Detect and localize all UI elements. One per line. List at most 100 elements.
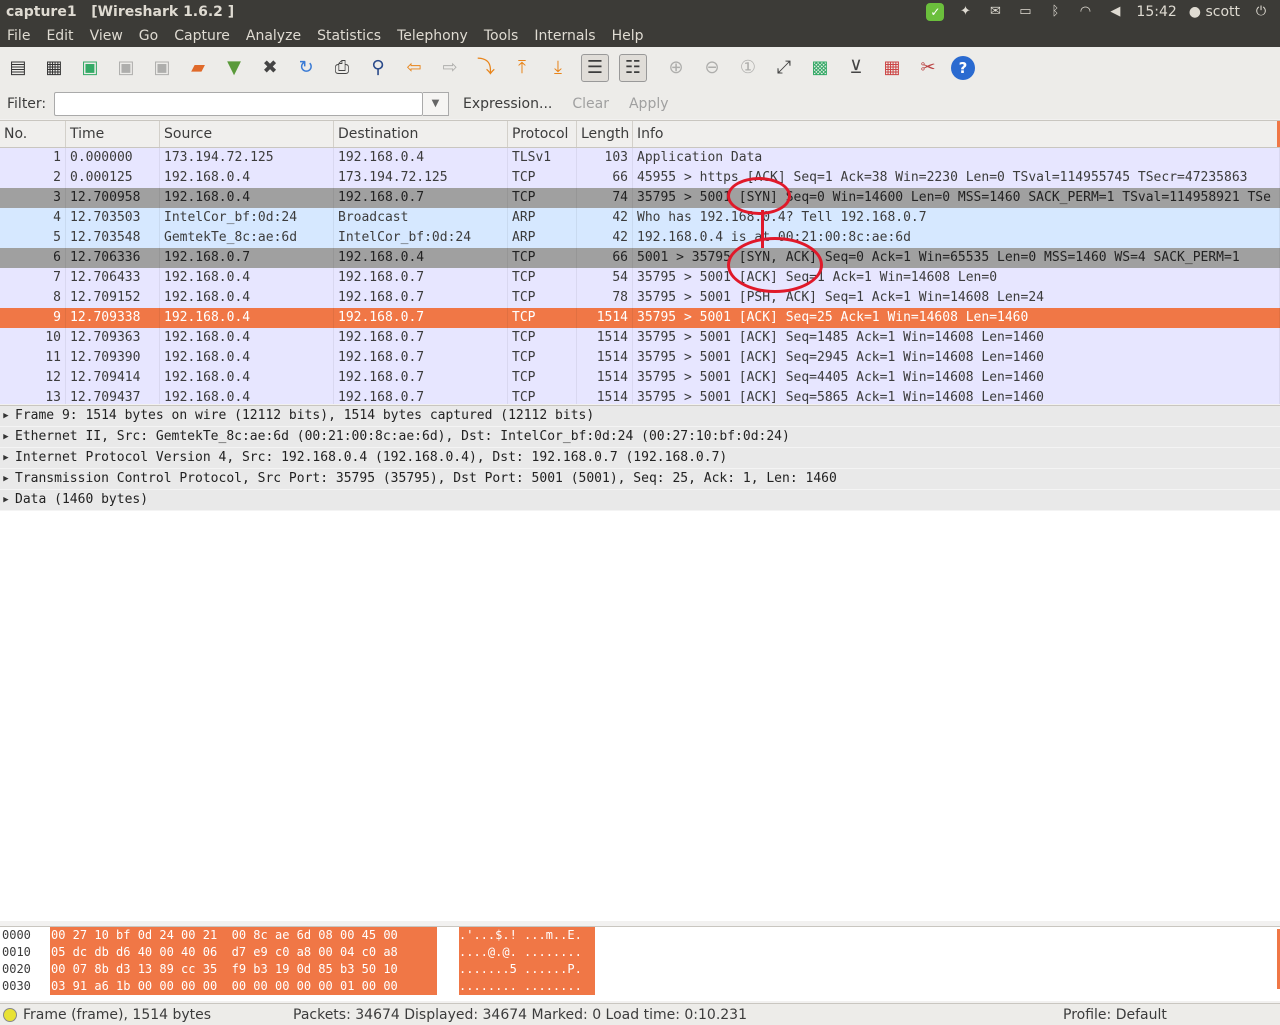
menu-analyze[interactable]: Analyze (238, 28, 309, 44)
chevron-down-icon[interactable]: ▼ (423, 92, 449, 116)
hex-row[interactable]: 0000 00 27 10 bf 0d 24 00 21 00 8c ae 6d … (0, 927, 1280, 944)
packet-row[interactable]: 4 12.703503 IntelCor_bf:0d:24 Broadcast ARP 4… (0, 208, 1280, 228)
expand-arrow-icon[interactable]: ▶ (0, 490, 12, 510)
menu-edit[interactable]: Edit (38, 28, 81, 44)
column-source[interactable]: Source (160, 121, 334, 147)
clear-button[interactable]: Clear (566, 96, 615, 112)
packet-row[interactable]: 9 12.709338 192.168.0.4 192.168.0.7 TCP 1514 3… (0, 308, 1280, 328)
coloring-rules-icon[interactable]: ▦ (879, 55, 905, 81)
packet-details[interactable]: ▶ Frame 9: 1514 bytes on wire (12112 bits… (0, 405, 1280, 921)
detail-row-frame[interactable]: ▶ Frame 9: 1514 bytes on wire (12112 bits… (0, 406, 1280, 427)
menu-view[interactable]: View (82, 28, 131, 44)
expand-arrow-icon[interactable]: ▶ (0, 427, 12, 447)
detail-row-ip[interactable]: ▶ Internet Protocol Version 4, Src: 192.1… (0, 448, 1280, 469)
packet-row[interactable]: 3 12.700958 192.168.0.4 192.168.0.7 TCP 74 357… (0, 188, 1280, 208)
expert-info-icon[interactable] (3, 1007, 17, 1022)
column-no[interactable]: No. (0, 121, 66, 147)
capture-filters-icon[interactable]: ▩ (807, 55, 833, 81)
go-to-packet-icon[interactable]: ⤵ (473, 55, 499, 81)
expand-arrow-icon[interactable]: ▶ (0, 448, 12, 468)
power-icon[interactable]: ⏻ (1252, 5, 1270, 19)
autoscroll-icon[interactable]: ☷ (619, 54, 647, 82)
menu-tools[interactable]: Tools (476, 28, 527, 44)
packet-cell-info: Application Data (633, 148, 1280, 168)
packet-cell-src: GemtekTe_8c:ae:6d (160, 228, 334, 248)
packet-row[interactable]: 10 12.709363 192.168.0.4 192.168.0.7 TCP 1514… (0, 328, 1280, 348)
column-time[interactable]: Time (66, 121, 160, 147)
menu-help[interactable]: Help (604, 28, 652, 44)
go-back-icon[interactable]: ⇦ (401, 55, 427, 81)
resize-columns-icon[interactable]: ⤢ (771, 55, 797, 81)
menu-go[interactable]: Go (131, 28, 166, 44)
go-forward-icon[interactable]: ⇨ (437, 55, 463, 81)
display-filters-icon[interactable]: ⊻ (843, 55, 869, 81)
first-packet-icon[interactable]: ⤒ (509, 55, 535, 81)
bluetooth-icon[interactable]: ᛒ (1046, 5, 1064, 19)
packet-row[interactable]: 2 0.000125 192.168.0.4 173.194.72.125 TCP 66 4… (0, 168, 1280, 188)
packet-cell-time: 0.000125 (66, 168, 160, 188)
last-packet-icon[interactable]: ⤓ (545, 55, 571, 81)
menu-telephony[interactable]: Telephony (389, 28, 476, 44)
apply-button[interactable]: Apply (623, 96, 675, 112)
detail-row-data[interactable]: ▶ Data (1460 bytes) (0, 490, 1280, 511)
packet-cell-info: 35795 > 5001 [ACK] Seq=1485 Ack=1 Win=14… (633, 328, 1280, 348)
column-destination[interactable]: Destination (334, 121, 508, 147)
save-file-icon[interactable]: ▼ (221, 55, 247, 81)
stop-capture-icon[interactable]: ▣ (113, 55, 139, 81)
preferences-icon[interactable]: ✂ (915, 55, 941, 81)
print-icon[interactable]: ⎙ (329, 55, 355, 81)
detail-row-tcp[interactable]: ▶ Transmission Control Protocol, Src Port… (0, 469, 1280, 490)
column-protocol[interactable]: Protocol (508, 121, 577, 147)
packet-cell-time: 12.706336 (66, 248, 160, 268)
column-length[interactable]: Length (577, 121, 633, 147)
restart-capture-icon[interactable]: ▣ (149, 55, 175, 81)
interfaces-icon[interactable]: ▤ (5, 55, 31, 81)
packet-row[interactable]: 13 12.709437 192.168.0.4 192.168.0.7 TCP 1514… (0, 388, 1280, 404)
wifi-icon[interactable]: ◠ (1076, 5, 1094, 19)
mail-icon[interactable]: ✉ (986, 5, 1004, 19)
packet-row[interactable]: 5 12.703548 GemtekTe_8c:ae:6d IntelCor_bf:0… (0, 228, 1280, 248)
packet-row[interactable]: 8 12.709152 192.168.0.4 192.168.0.7 TCP 78 357… (0, 288, 1280, 308)
start-capture-icon[interactable]: ▣ (77, 55, 103, 81)
hex-row[interactable]: 0010 05 dc db d6 40 00 40 06 d7 e9 c0 a8 … (0, 944, 1280, 961)
menu-statistics[interactable]: Statistics (309, 28, 389, 44)
volume-icon[interactable]: ◀ (1106, 5, 1124, 19)
find-packet-icon[interactable]: ⚲ (365, 55, 391, 81)
top-panel: capture1 [Wireshark 1.6.2 ] ✓ ✦ ✉ ▭ ᛒ ◠ … (0, 0, 1280, 24)
zoom-out-icon[interactable]: ⊖ (699, 55, 725, 81)
packet-row[interactable]: 7 12.706433 192.168.0.4 192.168.0.7 TCP 54 357… (0, 268, 1280, 288)
normal-size-icon[interactable]: ① (735, 55, 761, 81)
packet-cell-proto: TCP (508, 308, 577, 328)
detail-row-ethernet[interactable]: ▶ Ethernet II, Src: GemtekTe_8c:ae:6d (00… (0, 427, 1280, 448)
menu-file[interactable]: File (0, 28, 38, 44)
packet-row[interactable]: 1 0.000000 173.194.72.125 192.168.0.4 TLSv1 1… (0, 148, 1280, 168)
capture-options-icon[interactable]: ▦ (41, 55, 67, 81)
menu-internals[interactable]: Internals (526, 28, 603, 44)
status-profile[interactable]: Profile: Default (1053, 1007, 1167, 1023)
column-info[interactable]: Info (633, 121, 1280, 147)
expression-button[interactable]: Expression... (457, 96, 558, 112)
clock[interactable]: 15:42 (1136, 4, 1176, 20)
help-icon[interactable]: ? (951, 56, 975, 80)
packet-bytes[interactable]: 0000 00 27 10 bf 0d 24 00 21 00 8c ae 6d … (0, 926, 1280, 1001)
packet-row[interactable]: 12 12.709414 192.168.0.4 192.168.0.7 TCP 1514… (0, 368, 1280, 388)
open-file-icon[interactable]: ▰ (185, 55, 211, 81)
reload-icon[interactable]: ↻ (293, 55, 319, 81)
menu-capture[interactable]: Capture (166, 28, 238, 44)
update-icon[interactable]: ✓ (926, 3, 945, 21)
colorize-icon[interactable]: ☰ (581, 54, 609, 82)
dropbox-icon[interactable]: ✦ (956, 5, 974, 19)
packet-row[interactable]: 6 12.706336 192.168.0.7 192.168.0.4 TCP 66 500… (0, 248, 1280, 268)
expand-arrow-icon[interactable]: ▶ (0, 406, 12, 426)
user-menu[interactable]: ● scott (1189, 4, 1240, 20)
packet-cell-proto: TCP (508, 268, 577, 288)
battery-icon[interactable]: ▭ (1016, 5, 1034, 19)
hex-row[interactable]: 0030 03 91 a6 1b 00 00 00 00 00 00 00 00 … (0, 978, 1280, 995)
close-file-icon[interactable]: ✖ (257, 55, 283, 81)
filter-input[interactable] (54, 92, 423, 116)
packet-list[interactable]: No. Time Source Destination Protocol Len… (0, 120, 1280, 404)
packet-row[interactable]: 11 12.709390 192.168.0.4 192.168.0.7 TCP 1514… (0, 348, 1280, 368)
expand-arrow-icon[interactable]: ▶ (0, 469, 12, 489)
zoom-in-icon[interactable]: ⊕ (663, 55, 689, 81)
hex-row[interactable]: 0020 00 07 8b d3 13 89 cc 35 f9 b3 19 0d … (0, 961, 1280, 978)
